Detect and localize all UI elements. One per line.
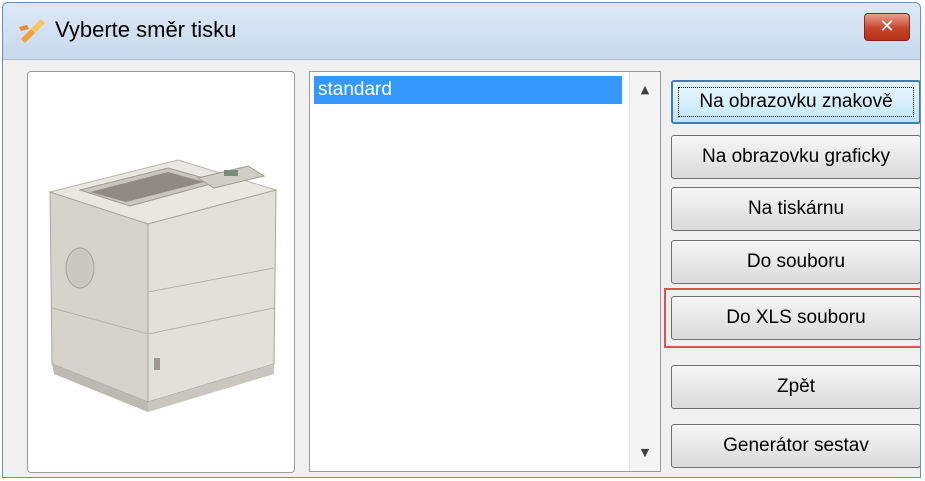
printer-label: Na tiskárnu (747, 198, 845, 219)
screen-graphic-button[interactable]: Na obrazovku graficky (671, 135, 920, 179)
list-scrollbar[interactable]: ▲ ▼ (629, 72, 660, 471)
to-file-button[interactable]: Do souboru (671, 240, 920, 284)
back-button[interactable]: Zpět (671, 365, 920, 409)
title-bar: Vyberte směr tisku ✕ (3, 3, 920, 60)
print-direction-dialog: Vyberte směr tisku ✕ standard ▲ ▼ Na obr… (2, 2, 921, 478)
to-xls-label: Do XLS souboru (726, 307, 866, 328)
scroll-down-arrow-icon[interactable]: ▼ (630, 441, 660, 465)
app-brush-icon (17, 17, 47, 45)
close-icon: ✕ (879, 16, 895, 37)
window-title: Vyberte směr tisku (55, 17, 237, 42)
printer-button[interactable]: Na tiskárnu (671, 187, 920, 231)
printer-preview (27, 71, 295, 473)
scroll-up-arrow-icon[interactable]: ▲ (630, 78, 660, 102)
to-file-label: Do souboru (746, 251, 846, 272)
report-generator-label: Generátor sestav (723, 435, 869, 456)
focus-rectangle (678, 87, 914, 117)
to-xls-button[interactable]: Do XLS souboru (671, 296, 920, 340)
screen-text-button[interactable]: Na obrazovku znakově (671, 80, 920, 124)
back-label: Zpět (776, 376, 816, 397)
printer-image (48, 159, 278, 412)
list-item[interactable]: standard (314, 76, 622, 104)
screen-graphic-label: Na obrazovku graficky (702, 146, 890, 167)
report-generator-button[interactable]: Generátor sestav (671, 424, 920, 468)
print-profile-list[interactable]: standard ▲ ▼ (309, 71, 661, 472)
close-button[interactable]: ✕ (864, 13, 910, 41)
